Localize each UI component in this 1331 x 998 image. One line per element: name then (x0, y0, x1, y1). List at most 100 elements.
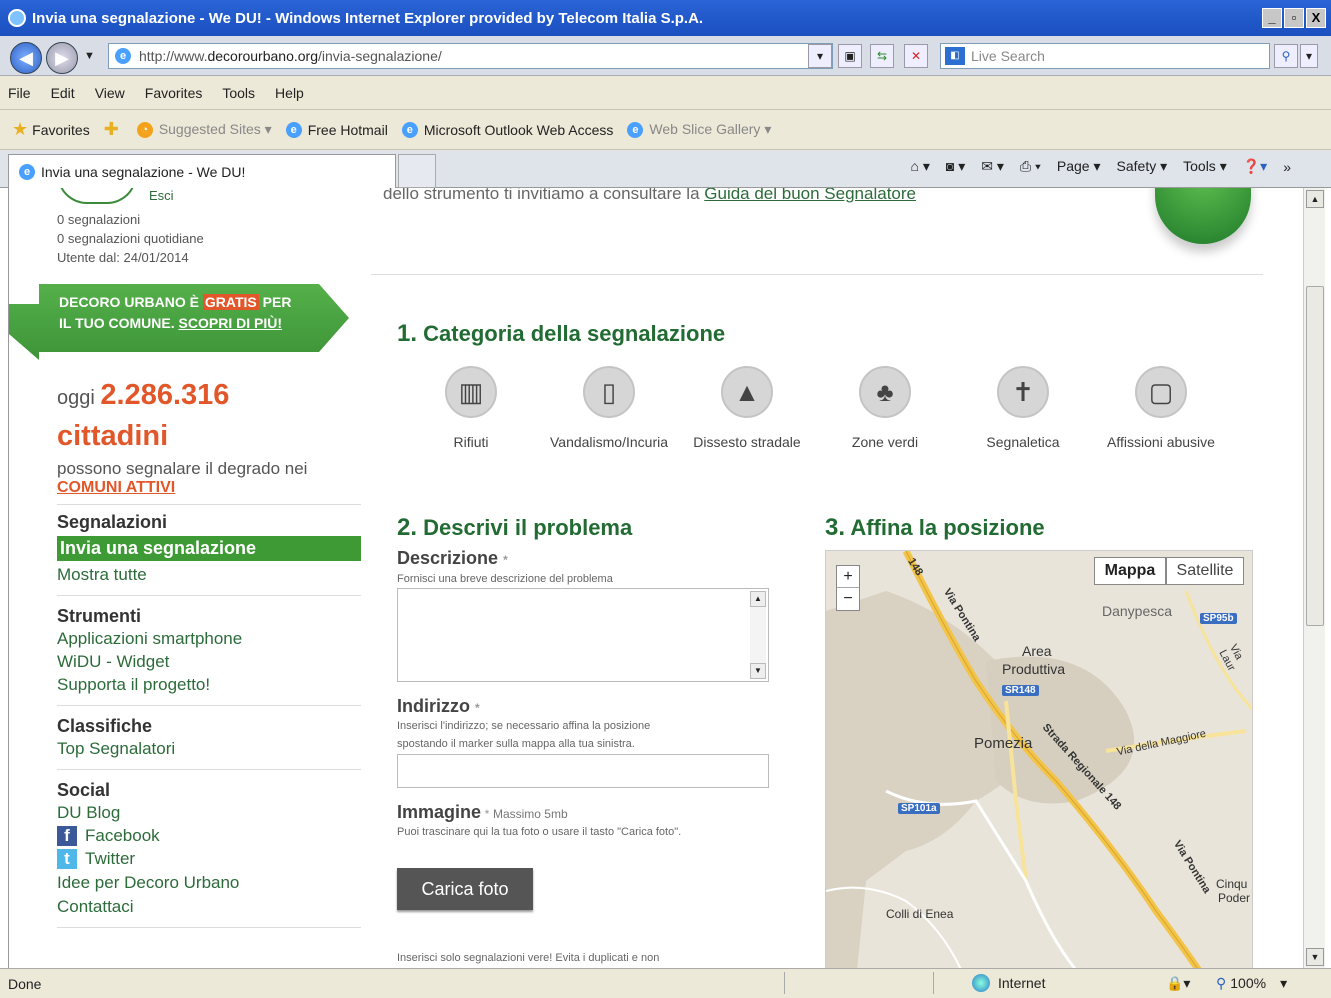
zoom-in-button[interactable]: + (837, 566, 859, 588)
divider (57, 769, 361, 770)
suggested-sites-link[interactable]: ◔ Suggested Sites ▾ (136, 121, 272, 138)
compatibility-icon[interactable]: ▣ (838, 44, 862, 68)
active-towns-link[interactable]: COMUNI ATTIVI (57, 479, 357, 497)
zoom-level: 100% (1230, 975, 1267, 991)
sidebar-item-mostra-tutte[interactable]: Mostra tutte (57, 565, 361, 585)
guide-link[interactable]: Guida del buon Segnalatore (704, 188, 916, 203)
sidebar-item-top-reporters[interactable]: Top Segnalatori (57, 739, 361, 759)
chevron-more-icon[interactable]: » (1283, 159, 1291, 175)
forward-button[interactable]: ▶ (46, 42, 78, 74)
sidebar-item-contact[interactable]: Contattaci (57, 897, 361, 917)
add-favorite-button[interactable]: ✚ (104, 119, 123, 140)
maximize-button[interactable]: ▫ (1284, 8, 1304, 28)
spray-can-icon: ▯ (583, 366, 635, 418)
map-label-cinque: Cinqu (1216, 877, 1248, 891)
address-input[interactable] (397, 754, 769, 788)
facebook-icon: f (57, 826, 77, 846)
url-dropdown-button[interactable]: ▾ (808, 44, 832, 68)
step1-number: 1. (397, 320, 418, 347)
favorites-star-icon: ★ (12, 119, 29, 139)
mail-icon[interactable]: ✉ ▾ (981, 158, 1004, 175)
search-options-icon[interactable]: ▾ (1300, 44, 1318, 68)
sidebar-item-invia[interactable]: Invia una segnalazione (57, 536, 361, 561)
can-report-text: possono segnalare il degrado nei (57, 459, 308, 478)
category-vandalismo[interactable]: ▯ Vandalismo/Incuria (539, 366, 679, 450)
menu-favorites[interactable]: Favorites (145, 85, 203, 101)
search-input[interactable]: ◧ Live Search (940, 43, 1270, 69)
footer-note: Inserisci solo segnalazioni vere! Evita … (397, 952, 660, 964)
tools-menu[interactable]: Tools ▾ (1183, 158, 1227, 175)
zoom-control[interactable]: ⚲ 100% ▾ (1216, 975, 1287, 992)
scroll-up-arrow-icon[interactable]: ▲ (1306, 190, 1324, 208)
scroll-down-icon[interactable]: ▼ (750, 663, 766, 679)
outlook-web-access-link[interactable]: e Microsoft Outlook Web Access (401, 121, 613, 138)
scroll-down-arrow-icon[interactable]: ▼ (1306, 948, 1324, 966)
upload-photo-button[interactable]: Carica foto (397, 868, 533, 910)
minimize-button[interactable]: _ (1262, 8, 1282, 28)
favorites-button[interactable]: ★ Favorites (12, 119, 90, 140)
help-icon[interactable]: ❓▾ (1243, 158, 1267, 175)
sidebar-item-widget[interactable]: WiDU - Widget (57, 652, 361, 672)
url-field[interactable]: e http://www.decorourbano.org/invia-segn… (108, 43, 833, 69)
camera-logo-icon (1155, 188, 1251, 244)
close-button[interactable]: X (1306, 8, 1326, 28)
web-slice-gallery-link[interactable]: e Web Slice Gallery ▾ (627, 121, 771, 138)
category-segnaletica[interactable]: ✝ Segnaletica (953, 366, 1093, 450)
promo-banner[interactable]: DECORO URBANO È GRATIS PER IL TUO COMUNE… (9, 284, 349, 360)
sidebar-item-apps[interactable]: Applicazioni smartphone (57, 629, 361, 649)
tab-current[interactable]: e Invia una segnalazione - We DU! (8, 154, 396, 188)
ie-page-icon: e (627, 121, 644, 138)
security-zone[interactable]: Internet (972, 974, 1045, 992)
facebook-label: Facebook (85, 826, 160, 845)
window-title: Invia una segnalazione - We DU! - Window… (32, 9, 704, 27)
location-map[interactable]: + − Mappa Satellite Danypesca Area Produ… (825, 550, 1253, 968)
map-type-mappa[interactable]: Mappa (1094, 557, 1166, 585)
scroll-up-icon[interactable]: ▲ (750, 591, 766, 607)
sidebar-item-twitter[interactable]: t Twitter (57, 849, 361, 869)
search-icon[interactable]: ⚲ (1274, 44, 1298, 68)
banner-gratis: GRATIS (202, 294, 259, 310)
sidebar-item-facebook[interactable]: f Facebook (57, 826, 361, 846)
map-type-satellite[interactable]: Satellite (1166, 557, 1244, 585)
free-hotmail-link[interactable]: e Free Hotmail (285, 121, 388, 138)
sidebar-item-blog[interactable]: DU Blog (57, 803, 361, 823)
print-icon[interactable]: ⎙ ▾ (1020, 158, 1041, 175)
page-menu[interactable]: Page ▾ (1057, 158, 1101, 175)
stop-icon[interactable]: ✕ (904, 44, 928, 68)
home-icon[interactable]: ⌂ ▾ (911, 158, 930, 175)
menu-file[interactable]: File (8, 85, 31, 101)
menu-help[interactable]: Help (275, 85, 304, 101)
menu-tools[interactable]: Tools (222, 85, 255, 101)
map-zoom-control: + − (836, 565, 860, 611)
banner-text-b: PER (258, 294, 292, 310)
stat-reports: 0 segnalazioni (57, 212, 141, 227)
feeds-icon[interactable]: ◙ ▾ (946, 158, 965, 175)
sidebar-item-support[interactable]: Supporta il progetto! (57, 675, 361, 695)
address-label: Indirizzo * (397, 696, 480, 716)
protected-mode-icon[interactable]: 🔒▾ (1166, 975, 1190, 992)
category-affissioni[interactable]: ▢ Affissioni abusive (1091, 366, 1231, 450)
section-title-segnalazioni: Segnalazioni (57, 512, 168, 532)
section-title-strumenti: Strumenti (57, 606, 142, 626)
sidebar-item-ideas[interactable]: Idee per Decoro Urbano (57, 873, 361, 893)
zoom-out-button[interactable]: − (837, 588, 859, 610)
map-label-colli-di-enea: Colli di Enea (886, 907, 954, 921)
page-scrollbar[interactable]: ▲ ▼ (1303, 188, 1325, 968)
description-textarea[interactable]: ▲ ▼ (397, 588, 769, 682)
back-button[interactable]: ◀ (10, 42, 42, 74)
category-dissesto[interactable]: ▲ Dissesto stradale (677, 366, 817, 450)
recent-pages-dropdown-icon[interactable]: ▼ (84, 50, 95, 62)
refresh-icon[interactable]: ⇆ (870, 44, 894, 68)
menu-edit[interactable]: Edit (51, 85, 75, 101)
scrollbar-thumb[interactable] (1306, 286, 1324, 626)
category-rifiuti[interactable]: ▥ Rifiuti (401, 366, 541, 450)
live-search-icon: ◧ (945, 47, 965, 65)
step2-number: 2. (397, 514, 418, 541)
menu-view[interactable]: View (95, 85, 125, 101)
banner-link[interactable]: SCOPRI DI PIÙ! (179, 315, 282, 331)
safety-menu[interactable]: Safety ▾ (1117, 158, 1168, 175)
category-zone-verdi[interactable]: ♣ Zone verdi (815, 366, 955, 450)
new-tab-button[interactable] (398, 154, 436, 188)
logout-link[interactable]: Esci (149, 188, 174, 203)
section-title-social: Social (57, 780, 111, 800)
